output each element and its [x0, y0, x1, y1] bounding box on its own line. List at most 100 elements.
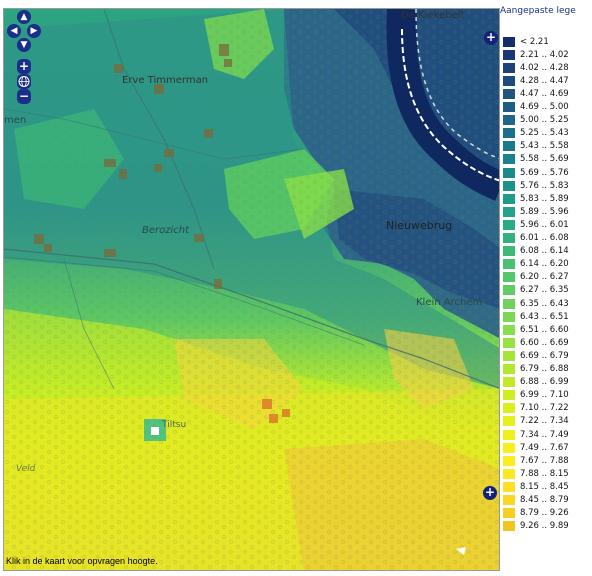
- legend-label: 8.45 .. 8.79: [520, 495, 569, 506]
- legend-swatch: [503, 206, 515, 217]
- legend-item: 6.99 .. 7.10: [503, 389, 569, 402]
- legend-label: 4.69 .. 5.00: [520, 102, 569, 113]
- legend-label: 4.28 .. 4.47: [520, 75, 569, 86]
- legend-item: 4.02 .. 4.28: [503, 61, 569, 74]
- legend-item: 5.58 .. 5.69: [503, 153, 569, 166]
- legend-item: 6.69 .. 6.79: [503, 349, 569, 362]
- elevation-map[interactable]: [4, 9, 500, 571]
- legend-item: 6.43 .. 6.51: [503, 310, 569, 323]
- legend-swatch: [503, 128, 515, 139]
- legend-swatch: [503, 219, 515, 230]
- legend-swatch: [503, 495, 515, 506]
- legend-label: 8.79 .. 9.26: [520, 508, 569, 519]
- legend-label: 4.47 .. 4.69: [520, 88, 569, 99]
- legend-swatch: [503, 508, 515, 519]
- legend-swatch: [503, 259, 515, 270]
- legend-item: 4.47 .. 4.69: [503, 87, 569, 100]
- legend-swatch: [503, 403, 515, 414]
- legend-item: 9.26 .. 9.89: [503, 520, 569, 533]
- legend-item: 6.20 .. 6.27: [503, 271, 569, 284]
- legend-item: 7.67 .. 7.88: [503, 454, 569, 467]
- legend-label: 5.83 .. 5.89: [520, 193, 569, 204]
- legend-item: 6.79 .. 6.88: [503, 363, 569, 376]
- legend-label: 6.20 .. 6.27: [520, 272, 569, 283]
- legend-swatch: [503, 468, 515, 479]
- legend-swatch: [503, 102, 515, 113]
- legend-label: 5.43 .. 5.58: [520, 141, 569, 152]
- legend-item: 7.49 .. 7.67: [503, 441, 569, 454]
- legend-item: 7.22 .. 7.34: [503, 415, 569, 428]
- legend-item: 5.83 .. 5.89: [503, 192, 569, 205]
- globe-icon[interactable]: [17, 74, 31, 89]
- legend-label: 9.26 .. 9.89: [520, 521, 569, 532]
- legend-item: 5.43 .. 5.58: [503, 140, 569, 153]
- legend-swatch: [503, 298, 515, 309]
- map-frame[interactable]: De Kiekebelt Erve Timmerman men Nieuwebr…: [3, 8, 500, 571]
- legend-label: 4.02 .. 4.28: [520, 62, 569, 73]
- legend-label: 6.69 .. 6.79: [520, 350, 569, 361]
- legend-item: 6.14 .. 6.20: [503, 258, 569, 271]
- legend-swatch: [503, 521, 515, 532]
- legend-swatch: [503, 180, 515, 191]
- legend-swatch: [503, 193, 515, 204]
- legend-item: 6.27 .. 6.35: [503, 284, 569, 297]
- legend-swatch: [503, 324, 515, 335]
- legend-swatch: [503, 442, 515, 453]
- legend-item: 4.28 .. 4.47: [503, 74, 569, 87]
- legend-swatch: [503, 311, 515, 322]
- legend-item: 5.69 .. 5.76: [503, 166, 569, 179]
- pan-down-button[interactable]: ▼: [17, 38, 31, 52]
- legend-swatch: [503, 75, 515, 86]
- legend-item: 6.08 .. 6.14: [503, 245, 569, 258]
- status-text: Klik in de kaart voor opvragen hoogte.: [6, 556, 158, 566]
- legend-swatch: [503, 154, 515, 165]
- legend-swatch: [503, 481, 515, 492]
- legend-item: < 2.21: [503, 35, 549, 48]
- legend-label: 5.96 .. 6.01: [520, 219, 569, 230]
- legend-swatch: [503, 272, 515, 283]
- legend-item: 7.88 .. 8.15: [503, 467, 569, 480]
- legend-swatch: [503, 88, 515, 99]
- legend-item: 7.34 .. 7.49: [503, 428, 569, 441]
- legend-item: 6.88 .. 6.99: [503, 376, 569, 389]
- legend-item: 5.76 .. 5.83: [503, 179, 569, 192]
- legend-expand-button[interactable]: +: [484, 31, 498, 45]
- legend-item: 6.60 .. 6.69: [503, 336, 569, 349]
- legend-item: 7.10 .. 7.22: [503, 402, 569, 415]
- legend-label: 6.14 .. 6.20: [520, 259, 569, 270]
- legend-label: 5.69 .. 5.76: [520, 167, 569, 178]
- legend-panel: Aangepaste lege < 2.21 2.21 .. 4.02 4.02 .…: [500, 6, 592, 574]
- legend-swatch: [503, 416, 515, 427]
- legend-swatch: [503, 350, 515, 361]
- legend-swatch: [503, 285, 515, 296]
- legend-swatch: [503, 167, 515, 178]
- legend-swatch: [503, 49, 515, 60]
- legend-swatch: [503, 246, 515, 257]
- legend-swatch: [503, 429, 515, 440]
- legend-label: 7.49 .. 7.67: [520, 442, 569, 453]
- pan-right-button[interactable]: ▶: [27, 24, 41, 38]
- legend-label: 5.76 .. 5.83: [520, 180, 569, 191]
- zoom-in-button[interactable]: +: [17, 59, 31, 74]
- legend-label: 6.79 .. 6.88: [520, 364, 569, 375]
- legend-label: 6.01 .. 6.08: [520, 233, 569, 244]
- legend-label: 7.22 .. 7.34: [520, 416, 569, 427]
- legend-label: 6.35 .. 6.43: [520, 298, 569, 309]
- pan-up-button[interactable]: ▲: [17, 10, 31, 24]
- legend-swatch: [503, 233, 515, 244]
- legend-title: Aangepaste lege: [500, 6, 576, 16]
- legend-item: 4.69 .. 5.00: [503, 101, 569, 114]
- legend-label: < 2.21: [520, 36, 549, 47]
- pan-left-button[interactable]: ◀: [7, 24, 21, 38]
- legend-expand-button-lower[interactable]: +: [483, 486, 497, 500]
- legend-label: 6.08 .. 6.14: [520, 246, 569, 257]
- legend-item: 8.79 .. 9.26: [503, 507, 569, 520]
- legend-label: 8.15 .. 8.45: [520, 481, 569, 492]
- zoom-out-button[interactable]: −: [17, 89, 31, 104]
- legend-swatch: [503, 390, 515, 401]
- legend-item: 5.89 .. 5.96: [503, 205, 569, 218]
- legend-label: 5.25 .. 5.43: [520, 128, 569, 139]
- legend-label: 6.27 .. 6.35: [520, 285, 569, 296]
- legend-item: 5.96 .. 6.01: [503, 218, 569, 231]
- legend-label: 7.34 .. 7.49: [520, 429, 569, 440]
